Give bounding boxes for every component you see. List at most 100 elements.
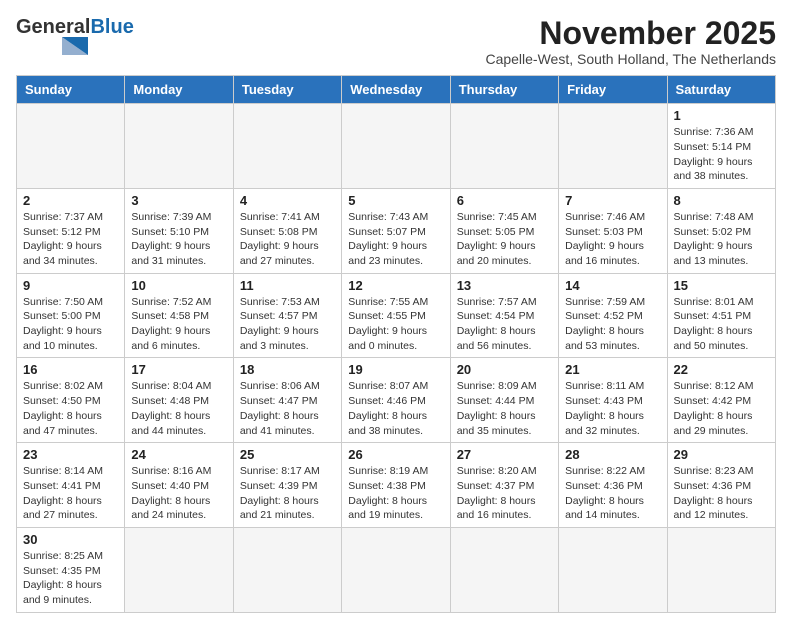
calendar-cell: 18Sunrise: 8:06 AMSunset: 4:47 PMDayligh…	[233, 358, 341, 443]
calendar-cell: 29 Sunrise: 8:23 AMSunset: 4:36 PMDayligh…	[667, 443, 775, 528]
calendar-cell	[125, 104, 233, 189]
weekday-header-monday: Monday	[125, 76, 233, 104]
calendar-cell	[342, 527, 450, 612]
calendar-cell: 27 Sunrise: 8:20 AMSunset: 4:37 PMDayligh…	[450, 443, 558, 528]
calendar-cell	[17, 104, 125, 189]
day-info: Sunrise: 8:09 AMSunset: 4:44 PMDaylight:…	[457, 379, 552, 438]
day-number: 12	[348, 278, 443, 293]
calendar-cell	[125, 527, 233, 612]
calendar-week-row: 1 Sunrise: 7:36 AMSunset: 5:14 PMDaylight…	[17, 104, 776, 189]
calendar-cell: 24 Sunrise: 8:16 AMSunset: 4:40 PMDayligh…	[125, 443, 233, 528]
logo-general-text: General	[16, 16, 90, 39]
day-info: Sunrise: 7:52 AMSunset: 4:58 PMDaylight:…	[131, 295, 226, 354]
day-info: Sunrise: 7:41 AMSunset: 5:08 PMDaylight:…	[240, 210, 335, 269]
logo-blue-text: Blue	[90, 16, 133, 39]
calendar-cell: 22 Sunrise: 8:12 AMSunset: 4:42 PMDayligh…	[667, 358, 775, 443]
calendar-header-row: SundayMondayTuesdayWednesdayThursdayFrid…	[17, 76, 776, 104]
month-title: November 2025	[485, 16, 776, 51]
day-info: Sunrise: 8:04 AMSunset: 4:48 PMDaylight:…	[131, 379, 226, 438]
day-number: 3	[131, 193, 226, 208]
calendar-cell: 10 Sunrise: 7:52 AMSunset: 4:58 PMDayligh…	[125, 273, 233, 358]
calendar-week-row: 23Sunrise: 8:14 AMSunset: 4:41 PMDayligh…	[17, 443, 776, 528]
day-number: 26	[348, 447, 443, 462]
day-number: 21	[565, 362, 660, 377]
title-area: November 2025 Capelle-West, South Hollan…	[485, 16, 776, 67]
day-info: Sunrise: 8:11 AMSunset: 4:43 PMDaylight:…	[565, 379, 660, 438]
calendar-cell: 12 Sunrise: 7:55 AMSunset: 4:55 PMDayligh…	[342, 273, 450, 358]
calendar-cell	[450, 104, 558, 189]
calendar-cell: 4Sunrise: 7:41 AMSunset: 5:08 PMDaylight…	[233, 188, 341, 273]
day-number: 8	[674, 193, 769, 208]
calendar-table: SundayMondayTuesdayWednesdayThursdayFrid…	[16, 75, 776, 613]
day-number: 17	[131, 362, 226, 377]
calendar-cell: 21 Sunrise: 8:11 AMSunset: 4:43 PMDayligh…	[559, 358, 667, 443]
logo: General Blue	[16, 16, 134, 55]
day-info: Sunrise: 7:39 AMSunset: 5:10 PMDaylight:…	[131, 210, 226, 269]
calendar-cell: 2Sunrise: 7:37 AMSunset: 5:12 PMDaylight…	[17, 188, 125, 273]
day-info: Sunrise: 7:43 AMSunset: 5:07 PMDaylight:…	[348, 210, 443, 269]
weekday-header-saturday: Saturday	[667, 76, 775, 104]
day-number: 27	[457, 447, 552, 462]
day-number: 22	[674, 362, 769, 377]
day-info: Sunrise: 8:25 AMSunset: 4:35 PMDaylight:…	[23, 549, 118, 608]
day-number: 11	[240, 278, 335, 293]
calendar-cell	[233, 104, 341, 189]
day-number: 6	[457, 193, 552, 208]
weekday-header-sunday: Sunday	[17, 76, 125, 104]
calendar-week-row: 30 Sunrise: 8:25 AMSunset: 4:35 PMDayligh…	[17, 527, 776, 612]
day-info: Sunrise: 7:37 AMSunset: 5:12 PMDaylight:…	[23, 210, 118, 269]
day-info: Sunrise: 8:20 AMSunset: 4:37 PMDaylight:…	[457, 464, 552, 523]
day-info: Sunrise: 8:17 AMSunset: 4:39 PMDaylight:…	[240, 464, 335, 523]
day-number: 7	[565, 193, 660, 208]
calendar-cell	[559, 104, 667, 189]
calendar-cell	[233, 527, 341, 612]
calendar-cell: 13 Sunrise: 7:57 AMSunset: 4:54 PMDayligh…	[450, 273, 558, 358]
day-info: Sunrise: 8:06 AMSunset: 4:47 PMDaylight:…	[240, 379, 335, 438]
day-info: Sunrise: 8:23 AMSunset: 4:36 PMDaylight:…	[674, 464, 769, 523]
calendar-week-row: 9Sunrise: 7:50 AMSunset: 5:00 PMDaylight…	[17, 273, 776, 358]
calendar-cell: 8 Sunrise: 7:48 AMSunset: 5:02 PMDaylight…	[667, 188, 775, 273]
calendar-cell: 26 Sunrise: 8:19 AMSunset: 4:38 PMDayligh…	[342, 443, 450, 528]
calendar-cell: 19Sunrise: 8:07 AMSunset: 4:46 PMDayligh…	[342, 358, 450, 443]
day-info: Sunrise: 7:50 AMSunset: 5:00 PMDaylight:…	[23, 295, 118, 354]
calendar-cell: 7 Sunrise: 7:46 AMSunset: 5:03 PMDaylight…	[559, 188, 667, 273]
calendar-cell: 15Sunrise: 8:01 AMSunset: 4:51 PMDayligh…	[667, 273, 775, 358]
calendar-cell: 14Sunrise: 7:59 AMSunset: 4:52 PMDayligh…	[559, 273, 667, 358]
day-info: Sunrise: 8:19 AMSunset: 4:38 PMDaylight:…	[348, 464, 443, 523]
day-info: Sunrise: 7:55 AMSunset: 4:55 PMDaylight:…	[348, 295, 443, 354]
day-info: Sunrise: 7:57 AMSunset: 4:54 PMDaylight:…	[457, 295, 552, 354]
day-number: 13	[457, 278, 552, 293]
calendar-cell: 3 Sunrise: 7:39 AMSunset: 5:10 PMDaylight…	[125, 188, 233, 273]
day-info: Sunrise: 7:46 AMSunset: 5:03 PMDaylight:…	[565, 210, 660, 269]
calendar-cell: 1 Sunrise: 7:36 AMSunset: 5:14 PMDaylight…	[667, 104, 775, 189]
calendar-cell: 6 Sunrise: 7:45 AMSunset: 5:05 PMDaylight…	[450, 188, 558, 273]
weekday-header-thursday: Thursday	[450, 76, 558, 104]
day-number: 24	[131, 447, 226, 462]
calendar-cell	[450, 527, 558, 612]
logo-icon	[18, 37, 88, 55]
day-info: Sunrise: 7:36 AMSunset: 5:14 PMDaylight:…	[674, 125, 769, 184]
calendar-cell	[559, 527, 667, 612]
day-info: Sunrise: 7:45 AMSunset: 5:05 PMDaylight:…	[457, 210, 552, 269]
day-info: Sunrise: 8:16 AMSunset: 4:40 PMDaylight:…	[131, 464, 226, 523]
calendar-cell: 25 Sunrise: 8:17 AMSunset: 4:39 PMDayligh…	[233, 443, 341, 528]
day-info: Sunrise: 8:02 AMSunset: 4:50 PMDaylight:…	[23, 379, 118, 438]
day-number: 30	[23, 532, 118, 547]
calendar-cell: 9Sunrise: 7:50 AMSunset: 5:00 PMDaylight…	[17, 273, 125, 358]
location-subtitle: Capelle-West, South Holland, The Netherl…	[485, 51, 776, 67]
calendar-cell: 28Sunrise: 8:22 AMSunset: 4:36 PMDayligh…	[559, 443, 667, 528]
day-info: Sunrise: 8:07 AMSunset: 4:46 PMDaylight:…	[348, 379, 443, 438]
day-number: 25	[240, 447, 335, 462]
day-number: 1	[674, 108, 769, 123]
calendar-week-row: 2Sunrise: 7:37 AMSunset: 5:12 PMDaylight…	[17, 188, 776, 273]
day-number: 10	[131, 278, 226, 293]
day-number: 29	[674, 447, 769, 462]
calendar-cell: 16 Sunrise: 8:02 AMSunset: 4:50 PMDayligh…	[17, 358, 125, 443]
day-info: Sunrise: 8:22 AMSunset: 4:36 PMDaylight:…	[565, 464, 660, 523]
calendar-week-row: 16 Sunrise: 8:02 AMSunset: 4:50 PMDayligh…	[17, 358, 776, 443]
day-info: Sunrise: 7:48 AMSunset: 5:02 PMDaylight:…	[674, 210, 769, 269]
day-number: 15	[674, 278, 769, 293]
day-info: Sunrise: 7:59 AMSunset: 4:52 PMDaylight:…	[565, 295, 660, 354]
day-number: 16	[23, 362, 118, 377]
day-info: Sunrise: 8:12 AMSunset: 4:42 PMDaylight:…	[674, 379, 769, 438]
